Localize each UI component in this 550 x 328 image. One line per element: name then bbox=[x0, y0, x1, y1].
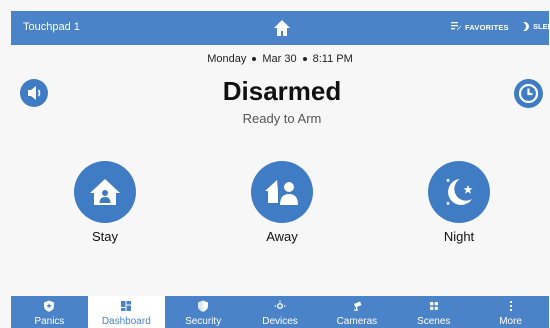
favorites-list-icon bbox=[451, 22, 461, 32]
favorites-button[interactable]: FAVORITES bbox=[451, 22, 509, 32]
shield-star-icon bbox=[44, 300, 55, 312]
bottom-nav: Panics Dashboard Security Devices Camera… bbox=[11, 296, 549, 328]
arm-night-circle[interactable] bbox=[428, 161, 490, 223]
arm-stay-button[interactable]: Stay bbox=[74, 161, 136, 244]
nav-cameras-label: Cameras bbox=[336, 316, 378, 327]
nav-more[interactable]: More bbox=[472, 296, 549, 328]
nav-security-label: Security bbox=[185, 316, 222, 327]
nav-dashboard[interactable]: Dashboard bbox=[87, 296, 165, 328]
day-text: Monday bbox=[207, 53, 247, 65]
device-hub-icon bbox=[274, 300, 286, 309]
shield-icon bbox=[198, 300, 209, 312]
nav-panics[interactable]: Panics bbox=[11, 296, 88, 328]
arm-stay-label: Stay bbox=[91, 229, 118, 244]
separator-dot bbox=[302, 57, 307, 62]
date-time: Monday Mar 30 8:11 PM bbox=[0, 53, 550, 65]
top-bar: Touchpad 1 FAVORITES SLEEP bbox=[11, 11, 550, 45]
separator-dot bbox=[252, 57, 257, 62]
nav-security[interactable]: Security bbox=[165, 296, 242, 328]
nav-devices[interactable]: Devices bbox=[242, 296, 319, 328]
sleep-button[interactable]: SLEEP bbox=[520, 22, 550, 31]
nav-more-label: More bbox=[499, 316, 522, 327]
nav-panics-label: Panics bbox=[34, 316, 65, 327]
arm-away-label: Away bbox=[266, 229, 298, 244]
moon-icon bbox=[517, 22, 526, 31]
stay-home-icon bbox=[90, 179, 120, 205]
arm-away-circle[interactable] bbox=[251, 161, 313, 223]
nav-devices-label: Devices bbox=[262, 316, 298, 327]
time-text: 8:11 PM bbox=[312, 53, 353, 65]
nav-dashboard-label: Dashboard bbox=[101, 316, 151, 327]
touchpad-title: Touchpad 1 bbox=[23, 21, 80, 33]
arm-night-label: Night bbox=[443, 229, 475, 244]
nav-scenes[interactable]: Scenes bbox=[395, 296, 472, 328]
night-moon-icon bbox=[445, 178, 473, 206]
arming-status: Disarmed bbox=[222, 76, 342, 106]
camera-icon bbox=[353, 301, 362, 311]
sleep-label: SLEEP bbox=[533, 22, 550, 31]
date-text: Mar 30 bbox=[262, 53, 297, 65]
more-vertical-icon bbox=[509, 300, 512, 312]
arming-substatus: Ready to Arm bbox=[242, 111, 322, 126]
favorites-label: FAVORITES bbox=[465, 22, 509, 32]
home-icon[interactable] bbox=[271, 17, 293, 39]
grid-icon bbox=[121, 301, 132, 311]
arm-away-button[interactable]: Away bbox=[251, 161, 313, 244]
arm-stay-circle[interactable] bbox=[74, 161, 136, 223]
arm-night-button[interactable]: Night bbox=[428, 161, 490, 244]
nav-cameras[interactable]: Cameras bbox=[318, 296, 395, 328]
away-people-icon bbox=[265, 180, 298, 205]
nav-scenes-label: Scenes bbox=[417, 316, 451, 327]
scenes-icon bbox=[429, 302, 438, 310]
